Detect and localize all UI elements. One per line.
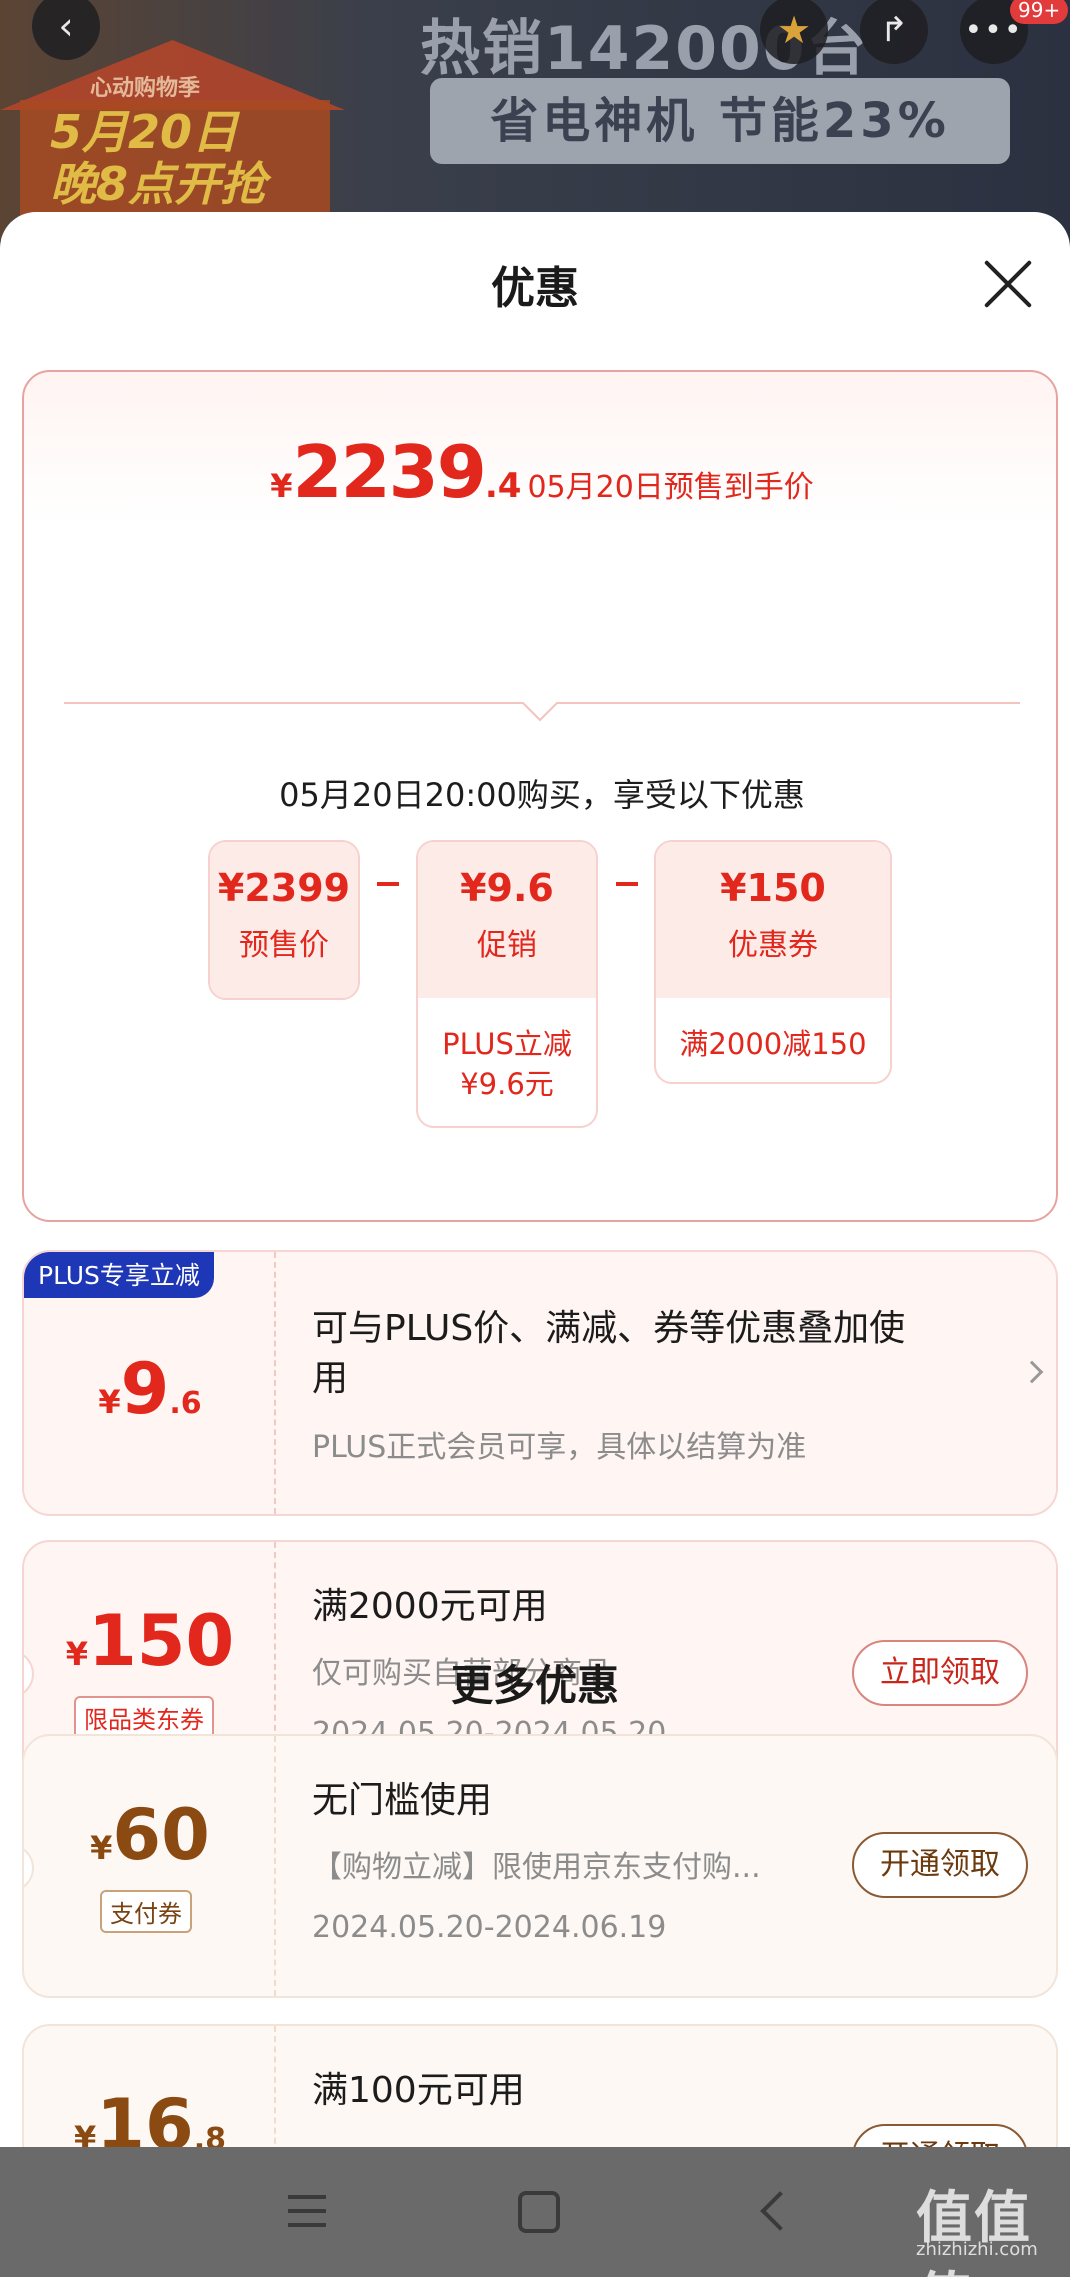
offer-validity: 2024.05.20-2024.06.19 [312,1910,667,1945]
divider-notch [521,684,559,722]
coupon-offer-16-8: ¥16.8 满100元可用 开通领取 [22,2024,1058,2147]
promo-graphic: 心动购物季 5月20日 晚8点开抢 [0,40,345,240]
offer-amount-panel: ¥60 支付券 [24,1736,276,1996]
plus-discount-offer[interactable]: ¥9.6 PLUS专享立减 可与PLUS价、满减、券等优惠叠加使用 PLUS正式… [22,1250,1058,1516]
more-offers-title: 更多优惠 [450,1661,619,1710]
chevron-right-icon [1020,1360,1044,1384]
plus-badge: PLUS专享立减 [24,1252,214,1298]
offer-title: 满2000元可用 [312,1586,548,1627]
buy-time-text: 05月20日20:00购买，享受以下优惠 [279,776,805,814]
offer-scope: 【购物立减】限使用京东支付购... [312,1850,761,1885]
watermark-url: zhizhizhi.com [916,2239,1038,2260]
offer-title: 满100元可用 [312,2070,525,2111]
system-nav-bar: 值值值 zhizhizhi.com [0,2147,1070,2277]
coupon-offer-60: ¥60 支付券 无门槛使用 【购物立减】限使用京东支付购... 2024.05.… [22,1734,1058,1998]
share-icon: ↱ [879,10,909,50]
close-button[interactable] [980,256,1036,312]
offer-subtitle: PLUS正式会员可享，具体以结算为准 [312,1430,807,1465]
offer-amount: ¥16.8 [74,2084,226,2147]
offer-amount-panel: ¥16.8 [24,2026,276,2147]
back-icon[interactable] [760,2191,800,2231]
price-breakdown-card: ¥2239.4 05月20日预售到手价 05月20日20:00购买，享受以下优惠 … [22,370,1058,1222]
minus-icon [377,882,399,886]
activate-claim-button[interactable]: 开通领取 [852,1832,1028,1898]
offers-sheet: 优惠 ¥2239.4 05月20日预售到手价 05月20日20:00购买，享受以下… [0,212,1070,2147]
offer-title: 无门槛使用 [312,1780,493,1821]
banner-pill: 省电神机 节能23% [430,78,1010,164]
chevron-left-icon: ‹ [58,4,74,48]
home-icon[interactable] [518,2191,560,2233]
promo-brand: 心动购物季 [90,76,201,101]
chip-promotion: ¥9.6 促销 PLUS立减 ¥9.6元 [416,840,598,1128]
sheet-title: 优惠 [491,263,579,314]
coupon-type-tag: 支付券 [100,1890,192,1933]
final-price-label: 05月20日预售到手价 [527,470,814,505]
activate-claim-button[interactable]: 开通领取 [852,2124,1028,2147]
menu-icon[interactable] [288,2195,326,2227]
minus-icon [616,882,638,886]
offer-amount: ¥9.6 [98,1348,202,1430]
star-icon: ★ [776,8,812,52]
chip-coupon: ¥150 优惠券 满2000减150 [654,840,892,1084]
product-banner: 心动购物季 5月20日 晚8点开抢 热销142000台 省电神机 节能23% ‹… [0,0,1070,240]
final-price-int: 2239 [292,430,486,514]
offer-title: 可与PLUS价、满减、券等优惠叠加使用 [312,1308,906,1399]
offer-amount: ¥60 [90,1794,210,1876]
promo-date: 5月20日 晚8点开抢 [50,105,267,211]
notification-badge: 99+ [1010,0,1069,24]
watermark-logo: 值值值 [916,2186,1032,2277]
final-price: ¥2239.4 05月20日预售到手价 [270,430,814,514]
chip-presale-price: ¥2399 预售价 [208,840,360,1000]
